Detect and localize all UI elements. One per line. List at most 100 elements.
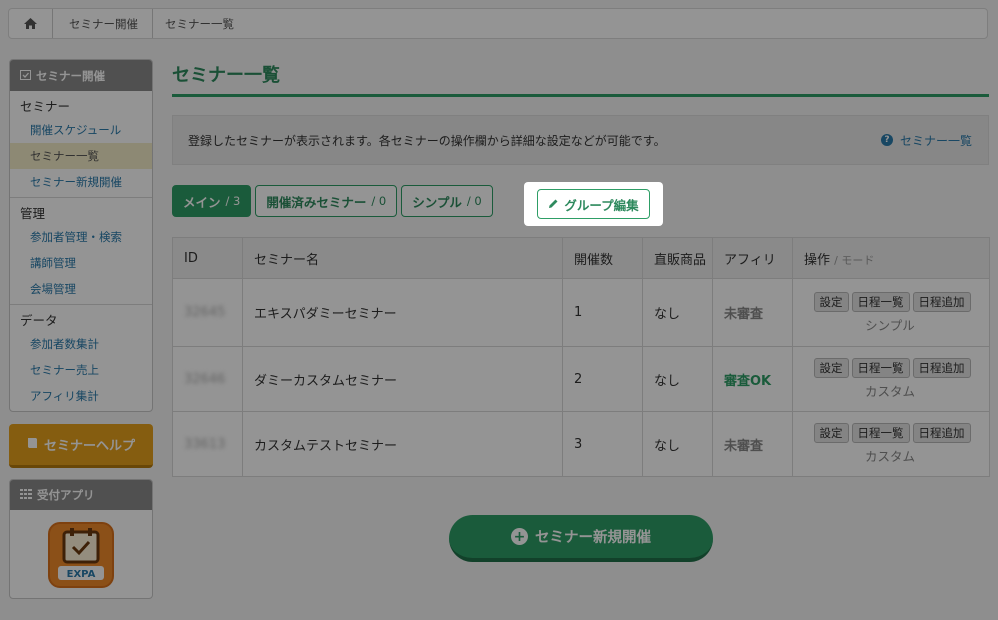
sidebar-header: セミナー開催 xyxy=(10,60,152,91)
cell-ops: 設定 日程一覧 日程追加カスタム xyxy=(792,346,990,412)
cell-affiliate: 未審査 xyxy=(712,278,793,347)
mode-label: カスタム xyxy=(864,449,915,464)
expa-app-icon[interactable]: EXPA xyxy=(48,522,114,588)
op-buttons: 設定 日程一覧 日程追加 xyxy=(801,423,989,443)
ops-label: 操作 xyxy=(804,252,831,268)
table-row: 32645 エキスパダミーセミナー 1 なし 未審査 設定 日程一覧 日程追加シンプル xyxy=(172,278,990,347)
tab-0[interactable]: メイン / 3 xyxy=(172,185,252,217)
cell-count: 1 xyxy=(562,278,643,347)
sidebar-section-title: 管理 xyxy=(20,206,46,221)
group-edit-button[interactable]: グループ編集 xyxy=(537,189,650,219)
table-header-row: ID セミナー名 開催数 直販商品 アフィリ 操作 / モード xyxy=(172,237,990,279)
cell-affiliate: 未審査 xyxy=(712,411,793,477)
group-edit-highlight: グループ編集 xyxy=(524,182,663,226)
svg-text:EXPA: EXPA xyxy=(67,569,96,580)
sidebar-section: データ参加者数集計 セミナー売上 アフィリ集計 xyxy=(10,305,152,411)
settings-button[interactable]: 設定 xyxy=(813,358,849,378)
sidebar-item[interactable]: 開催スケジュール xyxy=(10,117,152,143)
add-schedule-button[interactable]: 日程追加 xyxy=(912,358,971,378)
breadcrumb: セミナー開催 セミナー一覧 xyxy=(8,8,988,39)
col-header-count: 開催数 xyxy=(562,237,643,279)
tab-1[interactable]: 開催済みセミナー / 0 xyxy=(255,185,398,217)
sidebar-title: セミナー開催 xyxy=(36,68,105,83)
info-text: 登録したセミナーが表示されます。各セミナーの操作欄から詳細な設定などが可能です。 xyxy=(188,133,666,148)
table-row: 33613 カスタムテストセミナー 3 なし 未審査 設定 日程一覧 日程追加 カスタム xyxy=(172,411,990,477)
app-header: 受付アプリ xyxy=(10,480,152,510)
sidebar-section-title: データ xyxy=(20,313,58,328)
book-icon xyxy=(27,437,38,453)
op-buttons: 設定 日程一覧 日程追加 xyxy=(801,291,989,312)
sidebar-item[interactable]: 会場管理 xyxy=(10,276,152,302)
sidebar-item[interactable]: 講師管理 xyxy=(10,250,152,276)
new-seminar-button[interactable]: + セミナー新規開催 xyxy=(449,515,713,562)
help-link-label[interactable]: セミナー一覧 xyxy=(900,132,972,149)
sidebar-item[interactable]: 参加者管理・検索 xyxy=(10,224,152,250)
sidebar-menu: セミナー開催 セミナー開催スケジュール セミナー一覧 セミナー新規開催管理参加者管理… xyxy=(9,59,153,412)
ops-sub-label: / モード xyxy=(834,253,875,267)
help-link[interactable]: ? セミナー一覧 xyxy=(880,132,972,149)
app-box: 受付アプリ EXPA xyxy=(9,479,153,599)
sidebar-item[interactable]: セミナー売上 xyxy=(10,357,152,383)
app-title: 受付アプリ xyxy=(37,488,95,502)
sidebar-item[interactable]: アフィリ集計 xyxy=(10,383,152,409)
cell-id: 32646 xyxy=(172,346,243,412)
info-box: 登録したセミナーが表示されます。各セミナーの操作欄から詳細な設定などが可能です。… xyxy=(172,115,989,165)
cell-product: なし xyxy=(642,411,713,477)
cell-count: 3 xyxy=(562,411,643,477)
tab-label: 開催済みセミナー xyxy=(266,194,367,210)
main-content: セミナー一覧 登録したセミナーが表示されます。各セミナーの操作欄から詳細な設定な… xyxy=(172,59,990,477)
col-header-id: ID xyxy=(172,237,243,279)
settings-button[interactable]: 設定 xyxy=(813,291,849,312)
grid-icon xyxy=(20,488,32,502)
pencil-icon xyxy=(548,197,559,212)
cell-id: 32645 xyxy=(172,278,243,347)
tab-count: / 3 xyxy=(225,194,241,208)
cell-product: なし xyxy=(642,346,713,412)
tab-count: / 0 xyxy=(371,194,387,208)
affiliate-status: 審査OK xyxy=(724,373,772,389)
add-schedule-button[interactable]: 日程追加 xyxy=(912,423,971,443)
tab-label: シンプル xyxy=(412,194,462,210)
cell-id: 33613 xyxy=(172,411,243,477)
add-schedule-button[interactable]: 日程追加 xyxy=(912,291,971,312)
col-header-affiliate: アフィリ xyxy=(712,237,793,279)
sidebar: セミナー開催 セミナー開催スケジュール セミナー一覧 セミナー新規開催管理参加者管理… xyxy=(9,59,153,599)
seminar-table: ID セミナー名 開催数 直販商品 アフィリ 操作 / モード 32645 エキス… xyxy=(172,237,990,477)
plus-circle-icon: + xyxy=(511,528,528,545)
tab-count: / 0 xyxy=(466,194,482,208)
schedule-list-button[interactable]: 日程一覧 xyxy=(851,358,910,378)
sidebar-item[interactable]: 参加者数集計 xyxy=(10,331,152,357)
cell-product: なし xyxy=(642,278,713,347)
group-edit-label: グループ編集 xyxy=(564,197,639,213)
question-icon: ? xyxy=(880,134,893,146)
mode-label: シンプル xyxy=(865,317,915,333)
breadcrumb-item-seminar[interactable]: セミナー開催 xyxy=(53,9,153,38)
cell-name: エキスパダミーセミナー xyxy=(242,278,563,347)
cell-ops: 設定 日程一覧 日程追加カスタム xyxy=(792,411,990,477)
schedule-list-button[interactable]: 日程一覧 xyxy=(851,291,910,312)
col-header-ops: 操作 / モード xyxy=(792,237,990,279)
col-header-name: セミナー名 xyxy=(242,237,563,279)
op-buttons: 設定 日程一覧 日程追加 xyxy=(801,358,989,378)
seminar-help-button[interactable]: セミナーヘルプ xyxy=(9,424,153,468)
help-label: セミナーヘルプ xyxy=(43,439,135,454)
settings-button[interactable]: 設定 xyxy=(813,423,849,443)
tab-label: メイン xyxy=(183,194,221,210)
sidebar-section: 管理参加者管理・検索 講師管理 会場管理 xyxy=(10,198,152,305)
cell-ops: 設定 日程一覧 日程追加シンプル xyxy=(792,278,990,347)
affiliate-status: 未審査 xyxy=(724,438,764,454)
col-header-product: 直販商品 xyxy=(642,237,713,279)
home-icon[interactable] xyxy=(9,9,53,38)
sidebar-item[interactable]: セミナー一覧 xyxy=(10,143,152,169)
page-title: セミナー一覧 xyxy=(172,59,989,97)
sidebar-section-title: セミナー xyxy=(20,99,71,114)
cell-name: ダミーカスタムセミナー xyxy=(242,346,563,412)
table-row: 32646 ダミーカスタムセミナー 2 なし 審査OK 設定 日程一覧 日程追加カスタム xyxy=(172,346,990,412)
tab-2[interactable]: シンプル / 0 xyxy=(401,185,493,217)
cell-count: 2 xyxy=(562,346,643,412)
schedule-list-button[interactable]: 日程一覧 xyxy=(851,423,910,443)
sidebar-item[interactable]: セミナー新規開催 xyxy=(10,169,152,195)
mode-label: カスタム xyxy=(864,384,915,399)
affiliate-status: 未審査 xyxy=(724,307,764,322)
sidebar-section: セミナー開催スケジュール セミナー一覧 セミナー新規開催 xyxy=(10,91,152,198)
